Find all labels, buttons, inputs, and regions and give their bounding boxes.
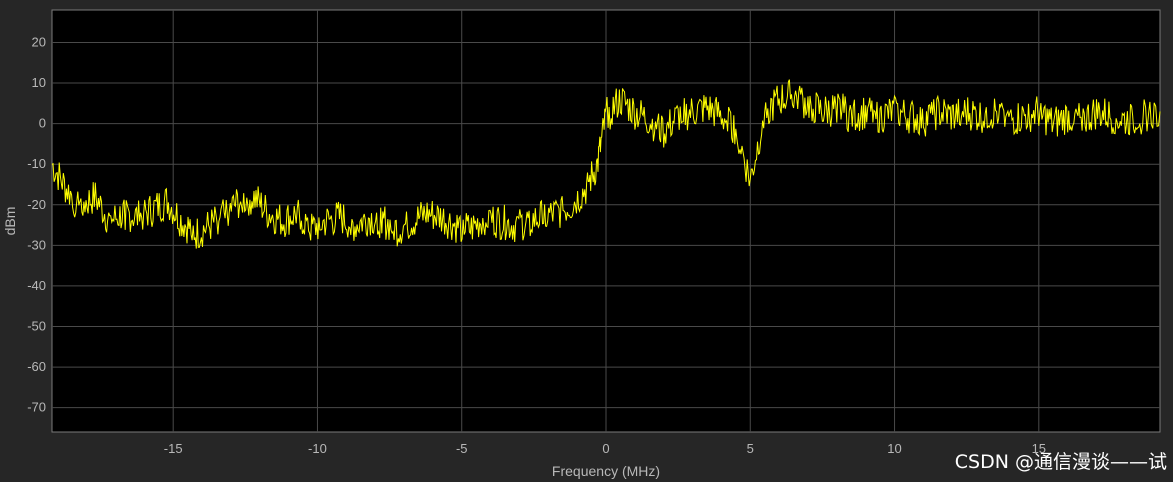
watermark-text: CSDN @通信漫谈——试 — [955, 451, 1167, 473]
y-tick-label: -10 — [27, 156, 46, 171]
y-tick-label: -30 — [27, 237, 46, 252]
x-axis-ticks: -15 -10 -5 0 5 10 15 — [164, 441, 1046, 456]
x-tick-label: -10 — [308, 441, 327, 456]
y-tick-label: -70 — [27, 400, 46, 415]
y-tick-label: -50 — [27, 319, 46, 334]
y-tick-label: 10 — [32, 75, 46, 90]
spectrum-analyzer-window: 20 10 0 -10 -20 -30 -40 -50 -60 -70 -15 -10 -5 0 5 10 1… — [0, 0, 1173, 482]
spectrum-chart: 20100-10-20-30-40-50-60-70 -15 -10 -5 0 5 10 1… — [2, 9, 1167, 479]
x-tick-label: 5 — [747, 441, 754, 456]
y-tick-label: -60 — [27, 359, 46, 374]
x-tick-label: 0 — [602, 441, 609, 456]
x-axis-label: Frequency (MHz) — [552, 463, 660, 479]
y-axis-ticks: 20 10 0 -10 -20 -30 -40 -50 -60 -70 — [27, 34, 46, 414]
y-tick-label: 0 — [39, 116, 46, 131]
y-axis-label: dBm — [2, 207, 18, 236]
y-tick-label: 20 — [32, 34, 46, 49]
x-tick-label: 10 — [887, 441, 901, 456]
y-tick-label: -40 — [27, 278, 46, 293]
x-tick-label: -5 — [456, 441, 468, 456]
y-tick-label: -20 — [27, 197, 46, 212]
x-tick-label: -15 — [164, 441, 183, 456]
